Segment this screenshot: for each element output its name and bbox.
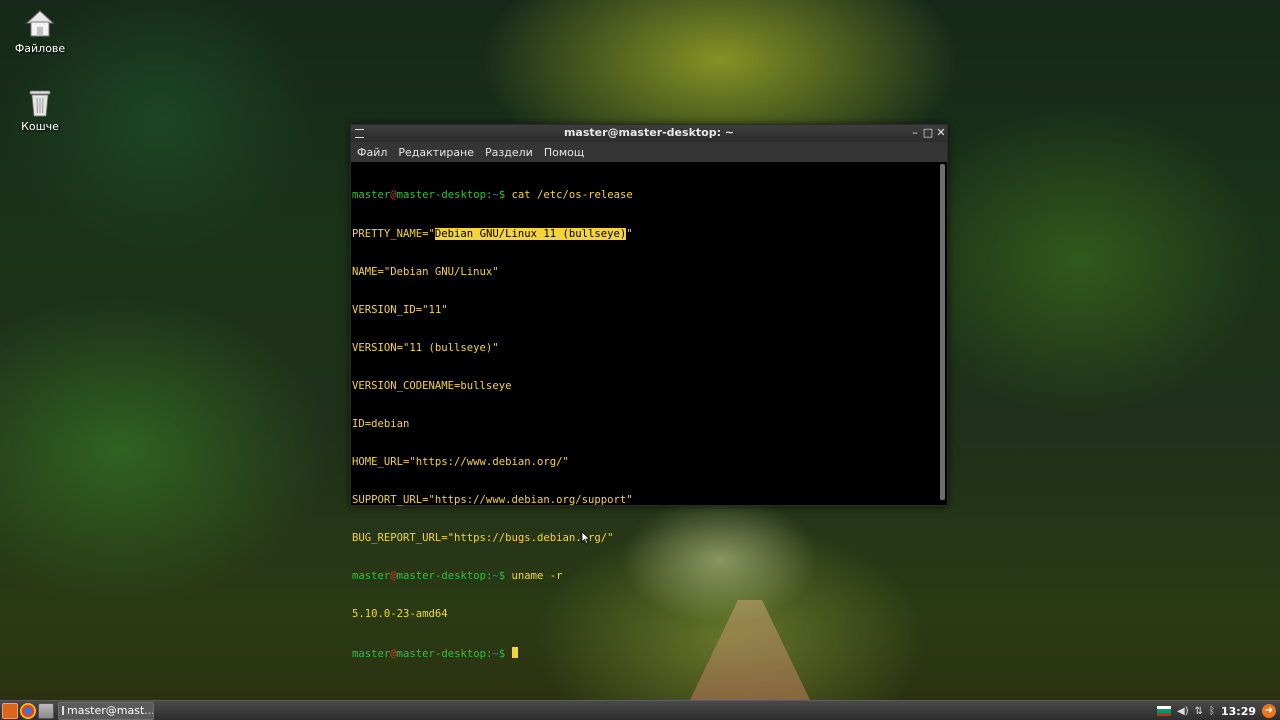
- bulgarian-flag-icon[interactable]: [1157, 706, 1171, 716]
- output-line: VERSION_CODENAME=bullseye: [352, 379, 512, 392]
- output-line: PRETTY_NAME="Debian GNU/Linux 11 (bullse…: [352, 227, 633, 240]
- desktop-icon-label: Кошче: [21, 120, 59, 133]
- minimize-button[interactable]: –: [909, 126, 921, 140]
- output-line: 5.10.0-23-amd64: [352, 608, 448, 621]
- output-line: NAME="Debian GNU/Linux": [352, 265, 499, 278]
- output-line: VERSION_ID="11": [352, 303, 448, 316]
- file-manager-icon[interactable]: [38, 702, 54, 719]
- output-line: VERSION="11 (bullseye)": [352, 341, 499, 354]
- trash-icon: [29, 90, 51, 117]
- maximize-button[interactable]: □: [922, 126, 934, 140]
- vertical-scrollbar[interactable]: [940, 164, 945, 500]
- clock[interactable]: 13:29: [1221, 705, 1256, 718]
- menu-edit[interactable]: Редактиране: [398, 146, 474, 159]
- selected-text: Debian GNU/Linux 11 (bullseye): [434, 227, 627, 240]
- volume-icon[interactable]: ◀): [1177, 706, 1189, 717]
- desktop-icon-label: Файлове: [14, 42, 66, 55]
- output-line: HOME_URL="https://www.debian.org/": [352, 456, 569, 469]
- menu-tabs[interactable]: Раздели: [485, 146, 533, 159]
- desktop-icon-trash[interactable]: Кошче: [0, 88, 80, 133]
- power-icon[interactable]: ➜: [1262, 704, 1276, 718]
- menu-help[interactable]: Помощ: [544, 146, 584, 159]
- task-label: master@mast...: [67, 704, 154, 717]
- command-text: cat /etc/os-release: [511, 189, 633, 202]
- close-button[interactable]: ✕: [935, 126, 947, 140]
- output-line: SUPPORT_URL="https://www.debian.org/supp…: [352, 494, 633, 507]
- output-line: BUG_REPORT_URL="https://bugs.debian.org/…: [352, 532, 614, 545]
- prompt-line: master@master-desktop:~$ uname -r: [352, 570, 563, 583]
- prompt-line: master@master-desktop:~$: [352, 646, 940, 660]
- desktop-icon-files[interactable]: Файлове: [0, 6, 80, 55]
- system-tray: ◀) ⇅ ᛒ 13:29 ➜: [1151, 702, 1276, 720]
- prompt-line: master@master-desktop:~$ cat /etc/os-rel…: [352, 189, 633, 202]
- terminal-output: master@master-desktop:~$ cat /etc/os-rel…: [352, 164, 940, 685]
- mouse-pointer-icon: [581, 531, 591, 545]
- command-text: uname -r: [511, 570, 563, 583]
- home-folder-icon: [25, 10, 55, 37]
- menu-bar: Файл Редактиране Раздели Помощ: [351, 142, 947, 162]
- menu-file[interactable]: Файл: [357, 146, 387, 159]
- output-line: ID=debian: [352, 417, 410, 430]
- window-title: master@master-desktop: ~: [563, 126, 735, 139]
- browser-icon[interactable]: [20, 702, 36, 719]
- taskbar: master@mast... ◀) ⇅ ᛒ 13:29 ➜: [0, 700, 1280, 720]
- bluetooth-icon[interactable]: ᛒ: [1209, 706, 1215, 717]
- terminal-icon: [62, 706, 64, 715]
- text-cursor: [511, 646, 518, 658]
- taskbar-task-terminal[interactable]: master@mast...: [58, 701, 154, 720]
- terminal-window[interactable]: master@master-desktop: ~ – □ ✕ Файл Реда…: [350, 124, 948, 660]
- title-bar[interactable]: master@master-desktop: ~ – □ ✕: [351, 125, 947, 142]
- menu-icon[interactable]: [2, 702, 18, 719]
- terminal-area[interactable]: master@master-desktop:~$ cat /etc/os-rel…: [351, 162, 947, 660]
- network-icon[interactable]: ⇅: [1195, 706, 1203, 717]
